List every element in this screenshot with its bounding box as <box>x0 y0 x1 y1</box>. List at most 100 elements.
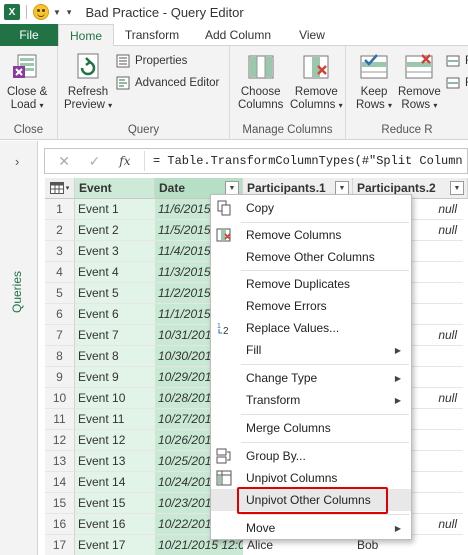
replace-values-icon: 12 <box>217 323 229 336</box>
row-number[interactable]: 10 <box>45 388 75 409</box>
cell-event[interactable]: Event 16 <box>75 514 155 535</box>
column-filter-dropdown-icon[interactable]: ▼ <box>335 181 349 195</box>
cell-event[interactable]: Event 3 <box>75 241 155 262</box>
cell-event[interactable]: Event 14 <box>75 472 155 493</box>
close-group-label: Close <box>13 124 44 136</box>
cell-event[interactable]: Event 9 <box>75 367 155 388</box>
cell-event[interactable]: Event 13 <box>75 451 155 472</box>
cell-event[interactable]: Event 7 <box>75 325 155 346</box>
quick-access-dropdown-icon[interactable]: ▾ <box>67 7 72 18</box>
row-number[interactable]: 7 <box>45 325 75 346</box>
row-number[interactable]: 1 <box>45 199 75 220</box>
choose-columns-icon <box>248 55 274 79</box>
tab-home[interactable]: Home <box>58 24 114 47</box>
cell-event[interactable]: Event 4 <box>75 262 155 283</box>
expand-pane-icon[interactable]: › <box>15 154 19 169</box>
menu-item-group-by[interactable]: Group By... <box>211 445 411 467</box>
menu-separator <box>241 442 409 443</box>
row-number[interactable]: 6 <box>45 304 75 325</box>
menu-item-remove-duplicates[interactable]: Remove Duplicates <box>211 273 411 295</box>
row-number[interactable]: 13 <box>45 451 75 472</box>
keep-rows-button[interactable]: Keep Rows ▾ <box>356 52 392 112</box>
confirm-icon[interactable]: ✓ <box>79 153 109 170</box>
tab-transform[interactable]: Transform <box>114 24 190 46</box>
cell-event[interactable]: Event 6 <box>75 304 155 325</box>
unpivot-icon <box>216 470 232 486</box>
remove-columns-label-2: Columns <box>290 99 336 111</box>
formula-bar: ✕ ✓ fx = Table.TransformColumnTypes(#"Sp… <box>44 148 468 174</box>
cell-event[interactable]: Event 11 <box>75 409 155 430</box>
menu-item-fill[interactable]: Fill ▶ <box>211 339 411 361</box>
menu-item-transform[interactable]: Transform ▶ <box>211 389 411 411</box>
tab-file[interactable]: File <box>0 24 58 46</box>
menu-item-label: Remove Errors <box>246 299 327 313</box>
cell-event[interactable]: Event 15 <box>75 493 155 514</box>
menu-item-unpivot-columns[interactable]: Unpivot Columns <box>211 467 411 489</box>
menu-item-remove-other-columns[interactable]: Remove Other Columns <box>211 246 411 268</box>
reduce-small-button-1[interactable]: R <box>446 54 468 68</box>
remove-columns-label-1: Remove <box>294 86 338 98</box>
excel-logo-icon: X <box>4 4 20 20</box>
smiley-feedback-icon[interactable] <box>33 4 49 20</box>
menu-item-remove-columns[interactable]: Remove Columns <box>211 224 411 246</box>
menu-item-merge-columns[interactable]: Merge Columns <box>211 417 411 439</box>
chevron-down-icon: ▾ <box>387 101 392 110</box>
choose-columns-button[interactable]: Choose Columns <box>238 52 283 112</box>
row-number[interactable]: 9 <box>45 367 75 388</box>
cell-event[interactable]: Event 8 <box>75 346 155 367</box>
cell-event[interactable]: Event 1 <box>75 199 155 220</box>
menu-item-remove-errors[interactable]: Remove Errors <box>211 295 411 317</box>
row-number[interactable]: 4 <box>45 262 75 283</box>
reduce-rows-group: Keep Rows ▾ Remove Rows ▾ R R Reduce R <box>346 46 468 140</box>
manage-columns-group: Choose Columns Remove Columns ▾ Manage C… <box>230 46 346 140</box>
advanced-editor-button[interactable]: Advanced Editor <box>116 76 219 90</box>
column-filter-dropdown-icon[interactable]: ▼ <box>450 181 464 195</box>
chevron-down-icon: ▾ <box>108 101 113 110</box>
tab-add-column[interactable]: Add Column <box>190 24 286 46</box>
cancel-icon[interactable]: ✕ <box>49 153 79 170</box>
close-group: Close & Load ▾ Close <box>0 46 58 140</box>
row-number[interactable]: 17 <box>45 535 75 555</box>
properties-button[interactable]: Properties <box>116 54 187 68</box>
row-number[interactable]: 5 <box>45 283 75 304</box>
choose-columns-label-1: Choose <box>240 86 281 98</box>
chevron-down-icon[interactable]: ▼ <box>53 8 61 17</box>
cell-event[interactable]: Event 2 <box>75 220 155 241</box>
column-header-label: Participants.1 <box>247 181 326 195</box>
column-filter-dropdown-icon[interactable]: ▼ <box>225 181 239 195</box>
reduce-rows-icon <box>446 77 460 89</box>
remove-rows-button[interactable]: Remove Rows ▾ <box>398 52 441 112</box>
reduce-small-button-2[interactable]: R <box>446 76 468 90</box>
row-number[interactable]: 16 <box>45 514 75 535</box>
row-number[interactable]: 8 <box>45 346 75 367</box>
remove-rows-label-2: Rows <box>401 99 431 111</box>
cell-event[interactable]: Event 5 <box>75 283 155 304</box>
row-number[interactable]: 2 <box>45 220 75 241</box>
menu-item-replace-values[interactable]: 12 Replace Values... <box>211 317 411 339</box>
chevron-down-icon: ▾ <box>39 101 44 110</box>
menu-item-change-type[interactable]: Change Type ▶ <box>211 367 411 389</box>
close-load-button[interactable]: Close & Load ▾ <box>7 52 47 112</box>
remove-columns-icon <box>216 228 231 242</box>
row-number[interactable]: 11 <box>45 409 75 430</box>
remove-columns-button[interactable]: Remove Columns ▾ <box>290 52 343 112</box>
fx-icon[interactable]: fx <box>110 154 140 168</box>
row-number[interactable]: 12 <box>45 430 75 451</box>
close-load-label-1: Close & <box>7 86 48 98</box>
table-menu-button[interactable]: ▾ <box>45 178 75 199</box>
query-group: Refresh Preview ▾ Properties Advanced Ed… <box>58 46 230 140</box>
tab-view[interactable]: View <box>286 24 338 46</box>
cell-event[interactable]: Event 10 <box>75 388 155 409</box>
cell-event[interactable]: Event 17 <box>75 535 155 555</box>
row-number[interactable]: 14 <box>45 472 75 493</box>
queries-pane-label[interactable]: Queries <box>10 271 24 313</box>
column-header-event[interactable]: Event <box>75 178 155 199</box>
refresh-preview-button[interactable]: Refresh Preview ▾ <box>64 52 112 112</box>
menu-item-move[interactable]: Move ▶ <box>211 517 411 539</box>
cell-event[interactable]: Event 12 <box>75 430 155 451</box>
formula-input[interactable]: = Table.TransformColumnTypes(#"Split Col… <box>153 154 467 168</box>
menu-item-copy[interactable]: Copy <box>211 197 411 219</box>
remove-rows-icon <box>405 54 433 79</box>
row-number[interactable]: 15 <box>45 493 75 514</box>
row-number[interactable]: 3 <box>45 241 75 262</box>
